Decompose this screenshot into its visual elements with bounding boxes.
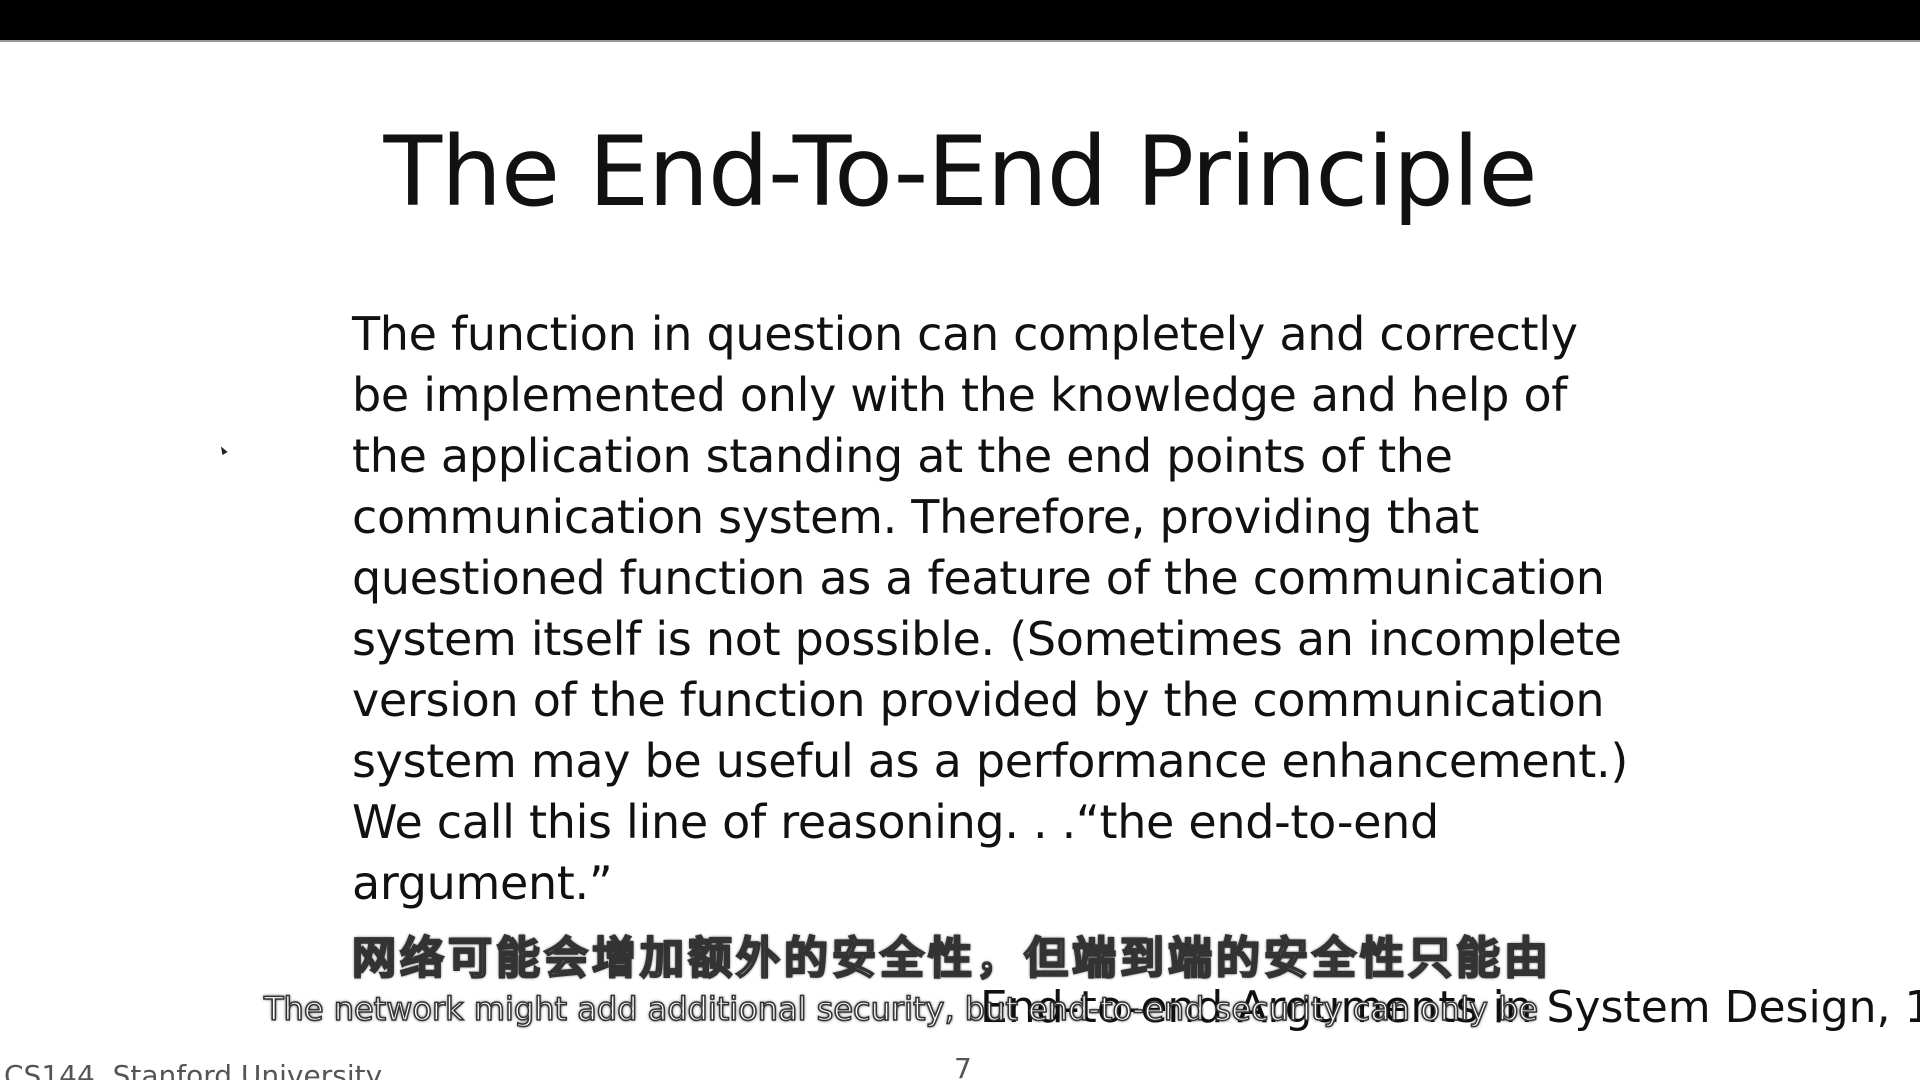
quote-line: argument.” <box>352 856 613 910</box>
quote-line: system itself is not possible. (Sometime… <box>352 612 1622 666</box>
quote-line: system may be useful as a performance en… <box>352 734 1628 788</box>
quote-line: questioned function as a feature of the … <box>352 551 1605 605</box>
slide-title: The End-To-End Principle <box>383 116 1537 228</box>
slide-footer-course: CS144, Stanford University <box>4 1059 383 1080</box>
quote-line: the application standing at the end poin… <box>352 429 1453 483</box>
subtitle-english: The network might add additional securit… <box>263 989 1539 1029</box>
mouse-cursor-icon <box>218 445 228 455</box>
quote-line: The function in question can completely … <box>352 307 1578 361</box>
quote-line: be implemented only with the knowledge a… <box>352 368 1568 422</box>
quote-line: version of the function provided by the … <box>352 673 1605 727</box>
subtitle-chinese: 网络可能会增加额外的安全性，但端到端的安全性只能由 <box>351 932 1552 985</box>
video-player-screen: The End-To-End Principle The function in… <box>0 0 1920 1080</box>
quote-line: communication system. Therefore, providi… <box>352 490 1479 544</box>
slide-quote: The function in question can completely … <box>352 304 1628 914</box>
slide-page-number: 7 <box>954 1052 972 1080</box>
quote-line: We call this line of reasoning. . .“the … <box>352 795 1439 849</box>
top-letterbox-bar <box>0 0 1920 40</box>
